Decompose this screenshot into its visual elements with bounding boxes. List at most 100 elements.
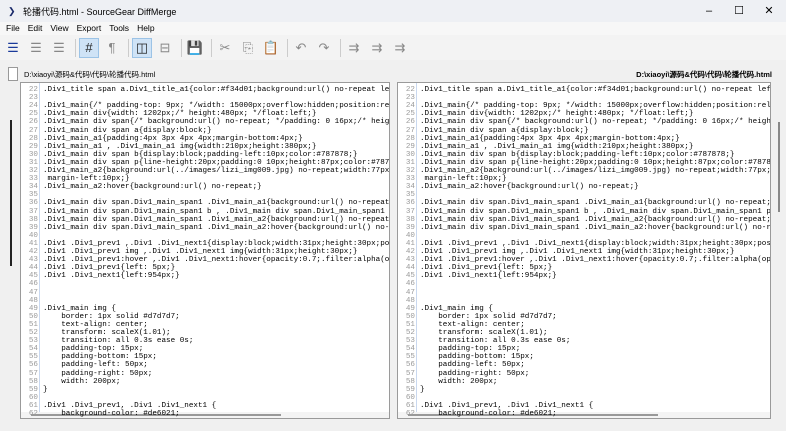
menu-help[interactable]: Help [133, 22, 158, 35]
line-number: 42 [405, 248, 415, 256]
line-text: .Div1_main div span a{display:block;} [43, 126, 212, 135]
line-text: .Div1 .Div1_next1{left:954px;} [43, 272, 180, 281]
line-number: 54 [405, 345, 415, 354]
undo-button[interactable]: ↶ [291, 38, 311, 58]
line-numbers-button[interactable]: # [79, 37, 99, 58]
line-text: width: 200px; [420, 377, 498, 386]
line-text: .Div1_main div span.Div1_main_span1 .Div… [43, 223, 390, 232]
line-number: 22 [405, 86, 415, 94]
redo-button[interactable]: ↷ [314, 38, 334, 58]
line-number: 25 [28, 110, 38, 119]
side-by-side-button[interactable]: ◫ [132, 37, 152, 58]
line-text: .Div1_main div span a{display:block;} [420, 126, 589, 135]
show-diffs-context-icon: ☰ [53, 39, 65, 55]
diff-overview-marker[interactable] [10, 120, 12, 266]
line-number: 58 [28, 377, 38, 386]
left-pane[interactable]: 22 .Div1_title span a.Div1_title_a1{color… [20, 82, 390, 419]
line-number: 56 [405, 361, 415, 370]
line-number: 49 [405, 304, 415, 313]
line-number: 60 [405, 393, 415, 402]
menu-tools[interactable]: Tools [105, 22, 133, 35]
save-button[interactable]: 💾 [185, 38, 205, 58]
cut-button[interactable]: ✂ [215, 38, 235, 58]
line-number: 55 [405, 353, 415, 362]
menu-export[interactable]: Export [73, 22, 106, 35]
line-text: .Div1_main div span.Div1_main_span1 .Div… [420, 199, 771, 208]
pilcrow-button[interactable]: ¶ [102, 38, 122, 58]
line-number: 52 [28, 329, 38, 337]
line-number: 45 [405, 272, 415, 281]
line-number: 32 [28, 167, 38, 175]
menu-edit[interactable]: Edit [24, 22, 47, 35]
line-number: 41 [405, 239, 415, 248]
line-text: text-align: center; [420, 320, 525, 329]
scroll-thumb[interactable] [778, 122, 780, 212]
copy-button[interactable]: ⎘ [238, 38, 258, 58]
line-number: 47 [28, 288, 38, 297]
app-icon: ❯ [8, 5, 16, 16]
line-text: .Div1_main{/* padding-top: 9px; */width:… [43, 102, 390, 111]
pilcrow-icon: ¶ [108, 40, 116, 55]
undo-icon: ↶ [295, 39, 307, 55]
right-pane[interactable]: 22 .Div1_title span a.Div1_title_a1{color… [397, 82, 771, 419]
line-number: 61 [28, 401, 38, 410]
apply-right-icon: ⇉ [371, 39, 383, 55]
line-text: .Div1_main_a1 , .Div1_main_a1 img{width:… [43, 142, 317, 151]
menu-file[interactable]: File [0, 22, 24, 35]
line-text: .Div1_main div span p{line-height:20px;p… [420, 158, 771, 167]
line-text: .Div1_title span a.Div1_title_a1{color:#… [420, 86, 771, 94]
line-text: text-align: center; [43, 320, 148, 329]
left-file-checkbox[interactable] [8, 67, 18, 81]
line-number: 27 [405, 126, 415, 135]
line-number: 51 [405, 320, 415, 329]
line-number: 49 [28, 304, 38, 313]
line-text: .Div1_main_a2:hover{background:url() no-… [43, 183, 262, 192]
line-text: .Div1 .Div1_prev1 ,.Div1 .Div1_next1{dis… [420, 239, 771, 248]
line-number: 29 [28, 142, 38, 151]
line-text: .Div1_main div span b{display:block;padd… [420, 150, 735, 159]
apply-right-button[interactable]: ⇉ [367, 38, 387, 58]
line-number: 53 [405, 337, 415, 346]
minimize-button[interactable]: – [694, 0, 724, 22]
paste-button[interactable]: 📋 [261, 38, 281, 58]
line-number: 25 [405, 110, 415, 119]
toolbar-separator [75, 38, 76, 57]
line-number: 42 [28, 248, 38, 256]
line-text: .Div1 .Div1_prev1:hover ,.Div1 .Div1_nex… [420, 256, 771, 265]
apply-all-button[interactable]: ⇉ [390, 38, 410, 58]
line-number: 46 [405, 280, 415, 289]
window-title: 轮播代码.html - SourceGear DiffMerge [23, 6, 177, 17]
toolbar-separator [287, 38, 288, 57]
title-bar: ❯ 轮播代码.html - SourceGear DiffMerge – ☐ ✕ [0, 0, 786, 22]
vertical-scrollbar[interactable] [774, 82, 784, 419]
show-diffs-context-button[interactable]: ☰ [49, 38, 69, 58]
line-number: 56 [28, 361, 38, 370]
line-number: 23 [28, 94, 38, 103]
line-number: 54 [28, 345, 38, 354]
show-all-lines-button[interactable]: ☰ [3, 38, 23, 58]
maximize-button[interactable]: ☐ [724, 0, 754, 22]
apply-left-button[interactable]: ⇉ [344, 38, 364, 58]
line-number: 48 [405, 296, 415, 305]
show-diffs-only-button[interactable]: ☰ [26, 38, 46, 58]
line-text: .Div1_main div span{/* background:url() … [43, 118, 390, 127]
line-text: .Div1 .Div1_prev1, .Div1 .Div1_next1 { [43, 401, 217, 410]
line-number: 39 [405, 223, 415, 232]
line-text: transform: scaleX(1.01); [43, 329, 171, 337]
close-button[interactable]: ✕ [754, 0, 784, 22]
line-number: 28 [405, 134, 415, 143]
line-number: 58 [405, 377, 415, 386]
top-bottom-button[interactable]: ⊟ [155, 38, 175, 58]
line-number: 34 [405, 183, 415, 192]
line-text: .Div1 .Div1_prev1 img ,.Div1 .Div1_next1… [420, 248, 735, 256]
line-text: .Div1 .Div1_prev1{left: 5px;} [420, 264, 553, 273]
top-bottom-icon: ⊟ [159, 39, 171, 55]
line-text: background-color: #de6021; [420, 410, 557, 418]
line-number: 39 [28, 223, 38, 232]
line-text: padding-right: 50px; [420, 369, 530, 378]
line-text: .Div1 .Div1_prev1{left: 5px;} [43, 264, 176, 273]
line-number: 47 [405, 288, 415, 297]
line-number: 27 [28, 126, 38, 135]
menu-view[interactable]: View [46, 22, 72, 35]
line-number: 34 [28, 183, 38, 192]
